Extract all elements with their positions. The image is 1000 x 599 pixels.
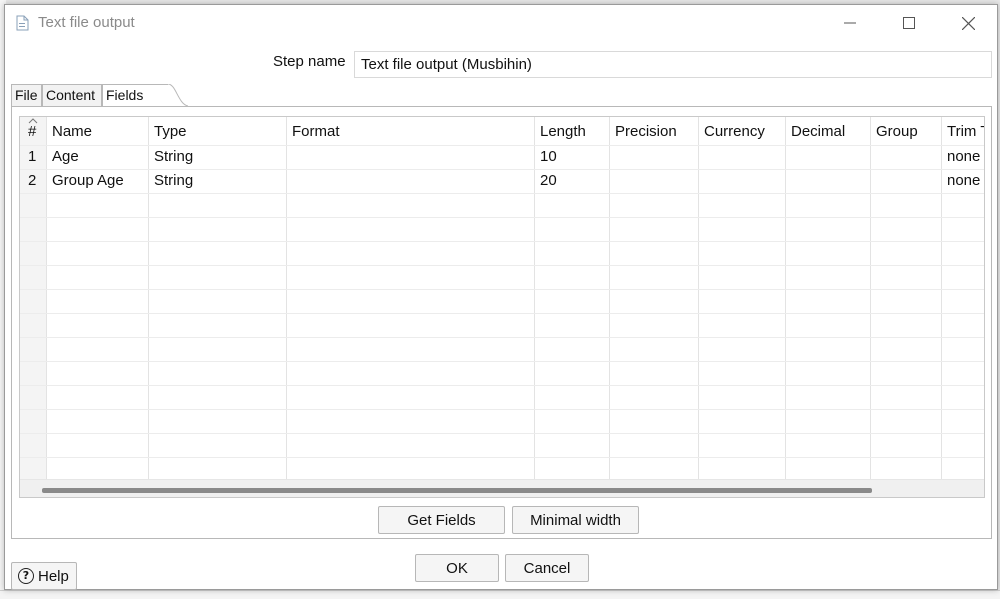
tab-fields[interactable]: Fields <box>102 84 168 107</box>
row-divider <box>20 337 984 338</box>
tab-fields-edge <box>168 84 188 106</box>
row-divider <box>20 313 984 314</box>
row-divider <box>20 289 984 290</box>
cell-length[interactable]: 20 <box>540 172 557 189</box>
close-icon <box>961 16 975 30</box>
row-number: 1 <box>28 148 37 165</box>
maximize-button[interactable] <box>886 5 932 41</box>
column-divider <box>698 117 699 479</box>
title-bar[interactable]: Text file output <box>5 5 997 41</box>
step-name-label: Step name <box>273 53 346 70</box>
row-divider <box>20 169 984 170</box>
column-divider <box>534 117 535 479</box>
column-header-trim-type[interactable]: Trim T <box>947 123 984 140</box>
close-button[interactable] <box>945 5 991 41</box>
background-app-taskbar <box>0 590 1000 599</box>
column-divider <box>941 117 942 479</box>
column-header-length[interactable]: Length <box>540 123 586 140</box>
row-divider <box>20 457 984 458</box>
fields-table-body: # Name Type Format Length Precision Curr… <box>20 117 984 479</box>
column-header-currency[interactable]: Currency <box>704 123 765 140</box>
column-divider <box>609 117 610 479</box>
column-header-decimal[interactable]: Decimal <box>791 123 845 140</box>
row-divider <box>20 385 984 386</box>
row-number: 2 <box>28 172 37 189</box>
fields-tab-panel: # Name Type Format Length Precision Curr… <box>11 106 992 539</box>
cell-name[interactable]: Age <box>52 148 79 165</box>
maximize-icon <box>903 17 915 29</box>
minimal-width-button[interactable]: Minimal width <box>512 506 639 534</box>
column-header-format[interactable]: Format <box>292 123 340 140</box>
tab-file[interactable]: File <box>11 84 42 106</box>
row-divider <box>20 265 984 266</box>
step-name-input[interactable] <box>354 51 992 78</box>
fields-table[interactable]: # Name Type Format Length Precision Curr… <box>19 116 985 498</box>
document-icon <box>16 15 29 31</box>
cell-length[interactable]: 10 <box>540 148 557 165</box>
scrollbar-thumb[interactable] <box>42 488 872 493</box>
row-divider <box>20 241 984 242</box>
column-header-type[interactable]: Type <box>154 123 187 140</box>
cell-type[interactable]: String <box>154 148 193 165</box>
window-title: Text file output <box>38 14 135 31</box>
cell-trim-type[interactable]: none <box>947 148 980 165</box>
cancel-button[interactable]: Cancel <box>505 554 589 582</box>
cell-name[interactable]: Group Age <box>52 172 124 189</box>
column-divider <box>46 117 47 479</box>
column-header-precision[interactable]: Precision <box>615 123 677 140</box>
get-fields-button[interactable]: Get Fields <box>378 506 505 534</box>
row-divider <box>20 409 984 410</box>
row-divider <box>20 433 984 434</box>
row-divider <box>20 145 984 146</box>
help-icon: ? <box>18 568 34 584</box>
column-header-group[interactable]: Group <box>876 123 918 140</box>
horizontal-scrollbar[interactable] <box>20 479 984 497</box>
minimize-button[interactable] <box>827 5 873 41</box>
row-divider <box>20 217 984 218</box>
tab-content[interactable]: Content <box>42 84 102 106</box>
help-button[interactable]: ? Help <box>11 562 77 590</box>
column-divider <box>286 117 287 479</box>
column-divider <box>148 117 149 479</box>
help-label: Help <box>38 567 69 585</box>
minimize-icon <box>844 22 856 24</box>
column-divider <box>870 117 871 479</box>
column-header-number[interactable]: # <box>28 123 36 140</box>
cell-trim-type[interactable]: none <box>947 172 980 189</box>
row-divider <box>20 193 984 194</box>
column-header-name[interactable]: Name <box>52 123 92 140</box>
row-divider <box>20 361 984 362</box>
ok-button[interactable]: OK <box>415 554 499 582</box>
text-file-output-dialog: Text file output Step name File Content … <box>4 4 998 590</box>
cell-type[interactable]: String <box>154 172 193 189</box>
column-divider <box>785 117 786 479</box>
